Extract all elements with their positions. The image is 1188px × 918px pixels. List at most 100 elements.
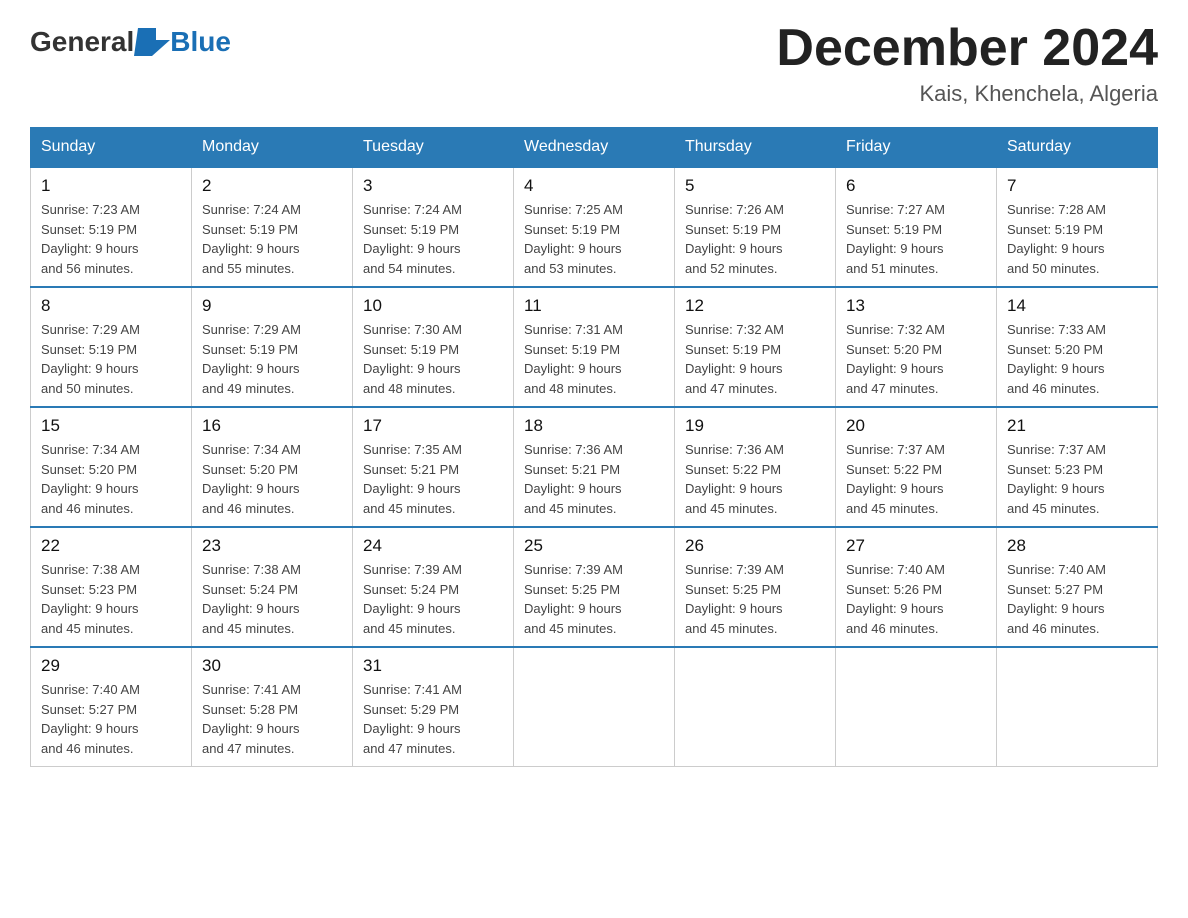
day-number: 25 <box>524 536 664 556</box>
calendar-cell: 24Sunrise: 7:39 AMSunset: 5:24 PMDayligh… <box>353 527 514 647</box>
daylight-text: Daylight: 9 hours <box>685 361 783 376</box>
day-number: 30 <box>202 656 342 676</box>
day-number: 12 <box>685 296 825 316</box>
calendar-week-row: 22Sunrise: 7:38 AMSunset: 5:23 PMDayligh… <box>31 527 1158 647</box>
sunrise-text: Sunrise: 7:26 AM <box>685 202 784 217</box>
logo: General Blue <box>30 20 231 63</box>
calendar-cell: 29Sunrise: 7:40 AMSunset: 5:27 PMDayligh… <box>31 647 192 767</box>
daylight-text: Daylight: 9 hours <box>202 721 300 736</box>
day-number: 13 <box>846 296 986 316</box>
daylight-minutes: and 56 minutes. <box>41 261 134 276</box>
daylight-minutes: and 47 minutes. <box>685 381 778 396</box>
title-area: December 2024 Kais, Khenchela, Algeria <box>776 20 1158 107</box>
day-number: 22 <box>41 536 181 556</box>
sunrise-text: Sunrise: 7:39 AM <box>524 562 623 577</box>
header-tuesday: Tuesday <box>353 128 514 168</box>
calendar-cell: 5Sunrise: 7:26 AMSunset: 5:19 PMDaylight… <box>675 167 836 287</box>
day-number: 21 <box>1007 416 1147 436</box>
day-number: 1 <box>41 176 181 196</box>
sunrise-text: Sunrise: 7:32 AM <box>685 322 784 337</box>
sunrise-text: Sunrise: 7:39 AM <box>685 562 784 577</box>
day-number: 19 <box>685 416 825 436</box>
sunrise-text: Sunrise: 7:36 AM <box>685 442 784 457</box>
sunset-text: Sunset: 5:28 PM <box>202 702 298 717</box>
daylight-text: Daylight: 9 hours <box>524 361 622 376</box>
logo-general-text: General <box>30 26 134 58</box>
daylight-text: Daylight: 9 hours <box>363 481 461 496</box>
sunset-text: Sunset: 5:27 PM <box>1007 582 1103 597</box>
day-info: Sunrise: 7:25 AMSunset: 5:19 PMDaylight:… <box>524 200 664 278</box>
daylight-minutes: and 52 minutes. <box>685 261 778 276</box>
sunrise-text: Sunrise: 7:34 AM <box>41 442 140 457</box>
calendar-cell: 27Sunrise: 7:40 AMSunset: 5:26 PMDayligh… <box>836 527 997 647</box>
day-info: Sunrise: 7:24 AMSunset: 5:19 PMDaylight:… <box>202 200 342 278</box>
calendar-cell: 10Sunrise: 7:30 AMSunset: 5:19 PMDayligh… <box>353 287 514 407</box>
daylight-minutes: and 45 minutes. <box>41 621 134 636</box>
daylight-minutes: and 55 minutes. <box>202 261 295 276</box>
calendar-cell: 1 Sunrise: 7:23 AM Sunset: 5:19 PM Daylight… <box>31 167 192 287</box>
calendar-table: Sunday Monday Tuesday Wednesday Thursday… <box>30 127 1158 767</box>
calendar-cell <box>675 647 836 767</box>
calendar-cell: 11Sunrise: 7:31 AMSunset: 5:19 PMDayligh… <box>514 287 675 407</box>
logo-area: General Blue <box>30 20 231 63</box>
calendar-cell: 28Sunrise: 7:40 AMSunset: 5:27 PMDayligh… <box>997 527 1158 647</box>
sunset-text: Sunset: 5:19 PM <box>202 222 298 237</box>
day-info: Sunrise: 7:36 AMSunset: 5:21 PMDaylight:… <box>524 440 664 518</box>
daylight-minutes: and 45 minutes. <box>685 621 778 636</box>
sunset-text: Sunset: 5:19 PM <box>41 222 137 237</box>
daylight-text: Daylight: 9 hours <box>846 241 944 256</box>
day-info: Sunrise: 7:40 AMSunset: 5:26 PMDaylight:… <box>846 560 986 638</box>
day-info: Sunrise: 7:37 AMSunset: 5:23 PMDaylight:… <box>1007 440 1147 518</box>
location-title: Kais, Khenchela, Algeria <box>776 81 1158 107</box>
calendar-cell: 23Sunrise: 7:38 AMSunset: 5:24 PMDayligh… <box>192 527 353 647</box>
sunset-text: Sunset: 5:25 PM <box>685 582 781 597</box>
day-info: Sunrise: 7:31 AMSunset: 5:19 PMDaylight:… <box>524 320 664 398</box>
sunset-text: Sunset: 5:19 PM <box>202 342 298 357</box>
header-monday: Monday <box>192 128 353 168</box>
day-info: Sunrise: 7:38 AMSunset: 5:23 PMDaylight:… <box>41 560 181 638</box>
sunset-text: Sunset: 5:22 PM <box>685 462 781 477</box>
daylight-minutes: and 53 minutes. <box>524 261 617 276</box>
day-number: 18 <box>524 416 664 436</box>
day-info: Sunrise: 7:32 AMSunset: 5:19 PMDaylight:… <box>685 320 825 398</box>
daylight-text: Daylight: 9 hours <box>363 361 461 376</box>
sunset-text: Sunset: 5:19 PM <box>363 342 459 357</box>
day-number: 4 <box>524 176 664 196</box>
sunset-text: Sunset: 5:23 PM <box>41 582 137 597</box>
sunset-text: Sunset: 5:19 PM <box>846 222 942 237</box>
sunset-text: Sunset: 5:19 PM <box>41 342 137 357</box>
sunrise-text: Sunrise: 7:23 AM <box>41 202 140 217</box>
daylight-text: Daylight: 9 hours <box>524 241 622 256</box>
daylight-text: Daylight: 9 hours <box>41 601 139 616</box>
calendar-cell: 17Sunrise: 7:35 AMSunset: 5:21 PMDayligh… <box>353 407 514 527</box>
sunrise-text: Sunrise: 7:28 AM <box>1007 202 1106 217</box>
sunset-text: Sunset: 5:22 PM <box>846 462 942 477</box>
sunrise-text: Sunrise: 7:35 AM <box>363 442 462 457</box>
day-info: Sunrise: 7:27 AM Sunset: 5:19 PM Daylight:… <box>846 200 986 278</box>
sunset-text: Sunset: 5:20 PM <box>1007 342 1103 357</box>
sunrise-text: Sunrise: 7:31 AM <box>524 322 623 337</box>
day-info: Sunrise: 7:39 AMSunset: 5:24 PMDaylight:… <box>363 560 503 638</box>
daylight-text: Daylight: 9 hours <box>41 241 139 256</box>
day-info: Sunrise: 7:29 AMSunset: 5:19 PMDaylight:… <box>202 320 342 398</box>
header-saturday: Saturday <box>997 128 1158 168</box>
day-info: Sunrise: 7:35 AMSunset: 5:21 PMDaylight:… <box>363 440 503 518</box>
calendar-cell: 20Sunrise: 7:37 AMSunset: 5:22 PMDayligh… <box>836 407 997 527</box>
daylight-minutes: and 45 minutes. <box>685 501 778 516</box>
sunrise-text: Sunrise: 7:27 AM <box>846 202 945 217</box>
sunrise-text: Sunrise: 7:38 AM <box>202 562 301 577</box>
calendar-week-row: 15Sunrise: 7:34 AMSunset: 5:20 PMDayligh… <box>31 407 1158 527</box>
calendar-cell: 12 Sunrise: 7:32 AMSunset: 5:19 PMDayligh… <box>675 287 836 407</box>
day-info: Sunrise: 7:40 AMSunset: 5:27 PMDaylight:… <box>41 680 181 758</box>
day-number: 10 <box>363 296 503 316</box>
day-info: Sunrise: 7:29 AMSunset: 5:19 PMDaylight:… <box>41 320 181 398</box>
calendar-cell: 21 Sunrise: 7:37 AMSunset: 5:23 PMDayligh… <box>997 407 1158 527</box>
day-number: 15 <box>41 416 181 436</box>
day-info: Sunrise: 7:41 AMSunset: 5:29 PMDaylight:… <box>363 680 503 758</box>
daylight-text: Daylight: 9 hours <box>524 601 622 616</box>
sunrise-text: Sunrise: 7:24 AM <box>202 202 301 217</box>
sunrise-text: Sunrise: 7:33 AM <box>1007 322 1106 337</box>
daylight-text: Daylight: 9 hours <box>846 481 944 496</box>
daylight-minutes: and 45 minutes. <box>846 501 939 516</box>
sunrise-text: Sunrise: 7:34 AM <box>202 442 301 457</box>
